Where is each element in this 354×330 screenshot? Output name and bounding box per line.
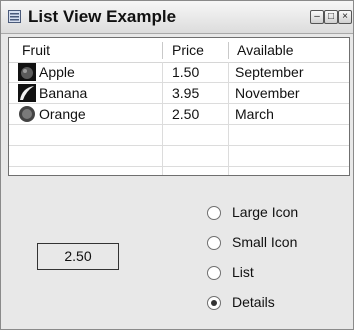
app-icon [8,10,21,23]
radio-circle[interactable] [207,236,221,250]
window: List View Example – □ × Fruit Price Avai… [0,0,354,330]
table-row[interactable]: Orange 2.50 March [9,104,349,125]
radio-label[interactable]: Details [232,294,275,310]
fruit-name: Orange [39,106,86,122]
list-header: Fruit Price Available [9,38,349,63]
banana-icon [18,84,36,102]
column-header-available[interactable]: Available [237,38,294,62]
empty-row [9,146,349,167]
apple-icon [18,63,36,81]
radio-label[interactable]: List [232,264,254,280]
fruit-price: 1.50 [172,64,200,80]
selected-price-display: 2.50 [37,243,119,270]
fruit-available: September [235,64,304,80]
table-row[interactable]: Banana 3.95 November [9,83,349,104]
empty-row [9,125,349,146]
orange-icon [18,105,36,123]
radio-circle[interactable] [207,266,221,280]
column-divider[interactable] [228,42,229,59]
window-title: List View Example [28,7,177,26]
column-header-fruit[interactable]: Fruit [22,38,50,62]
title-bar[interactable]: List View Example – □ × [1,1,353,34]
fruit-name: Apple [39,64,75,80]
column-divider[interactable] [162,42,163,59]
fruit-price: 2.50 [172,106,200,122]
fruit-available: November [235,85,300,101]
column-header-price[interactable]: Price [172,38,204,62]
close-button[interactable]: × [338,10,352,24]
radio-circle[interactable] [207,296,221,310]
fruit-name: Banana [39,85,88,101]
radio-circle[interactable] [207,206,221,220]
fruit-price: 3.95 [172,85,200,101]
fruit-list-view[interactable]: Fruit Price Available Apple 1.50 Septemb… [8,37,350,176]
fruit-available: March [235,106,274,122]
maximize-button[interactable]: □ [324,10,338,24]
table-row[interactable]: Apple 1.50 September [9,62,349,83]
radio-label[interactable]: Small Icon [232,234,297,250]
minimize-button[interactable]: – [310,10,324,24]
radio-label[interactable]: Large Icon [232,204,298,220]
radio-selected-dot [211,300,217,306]
